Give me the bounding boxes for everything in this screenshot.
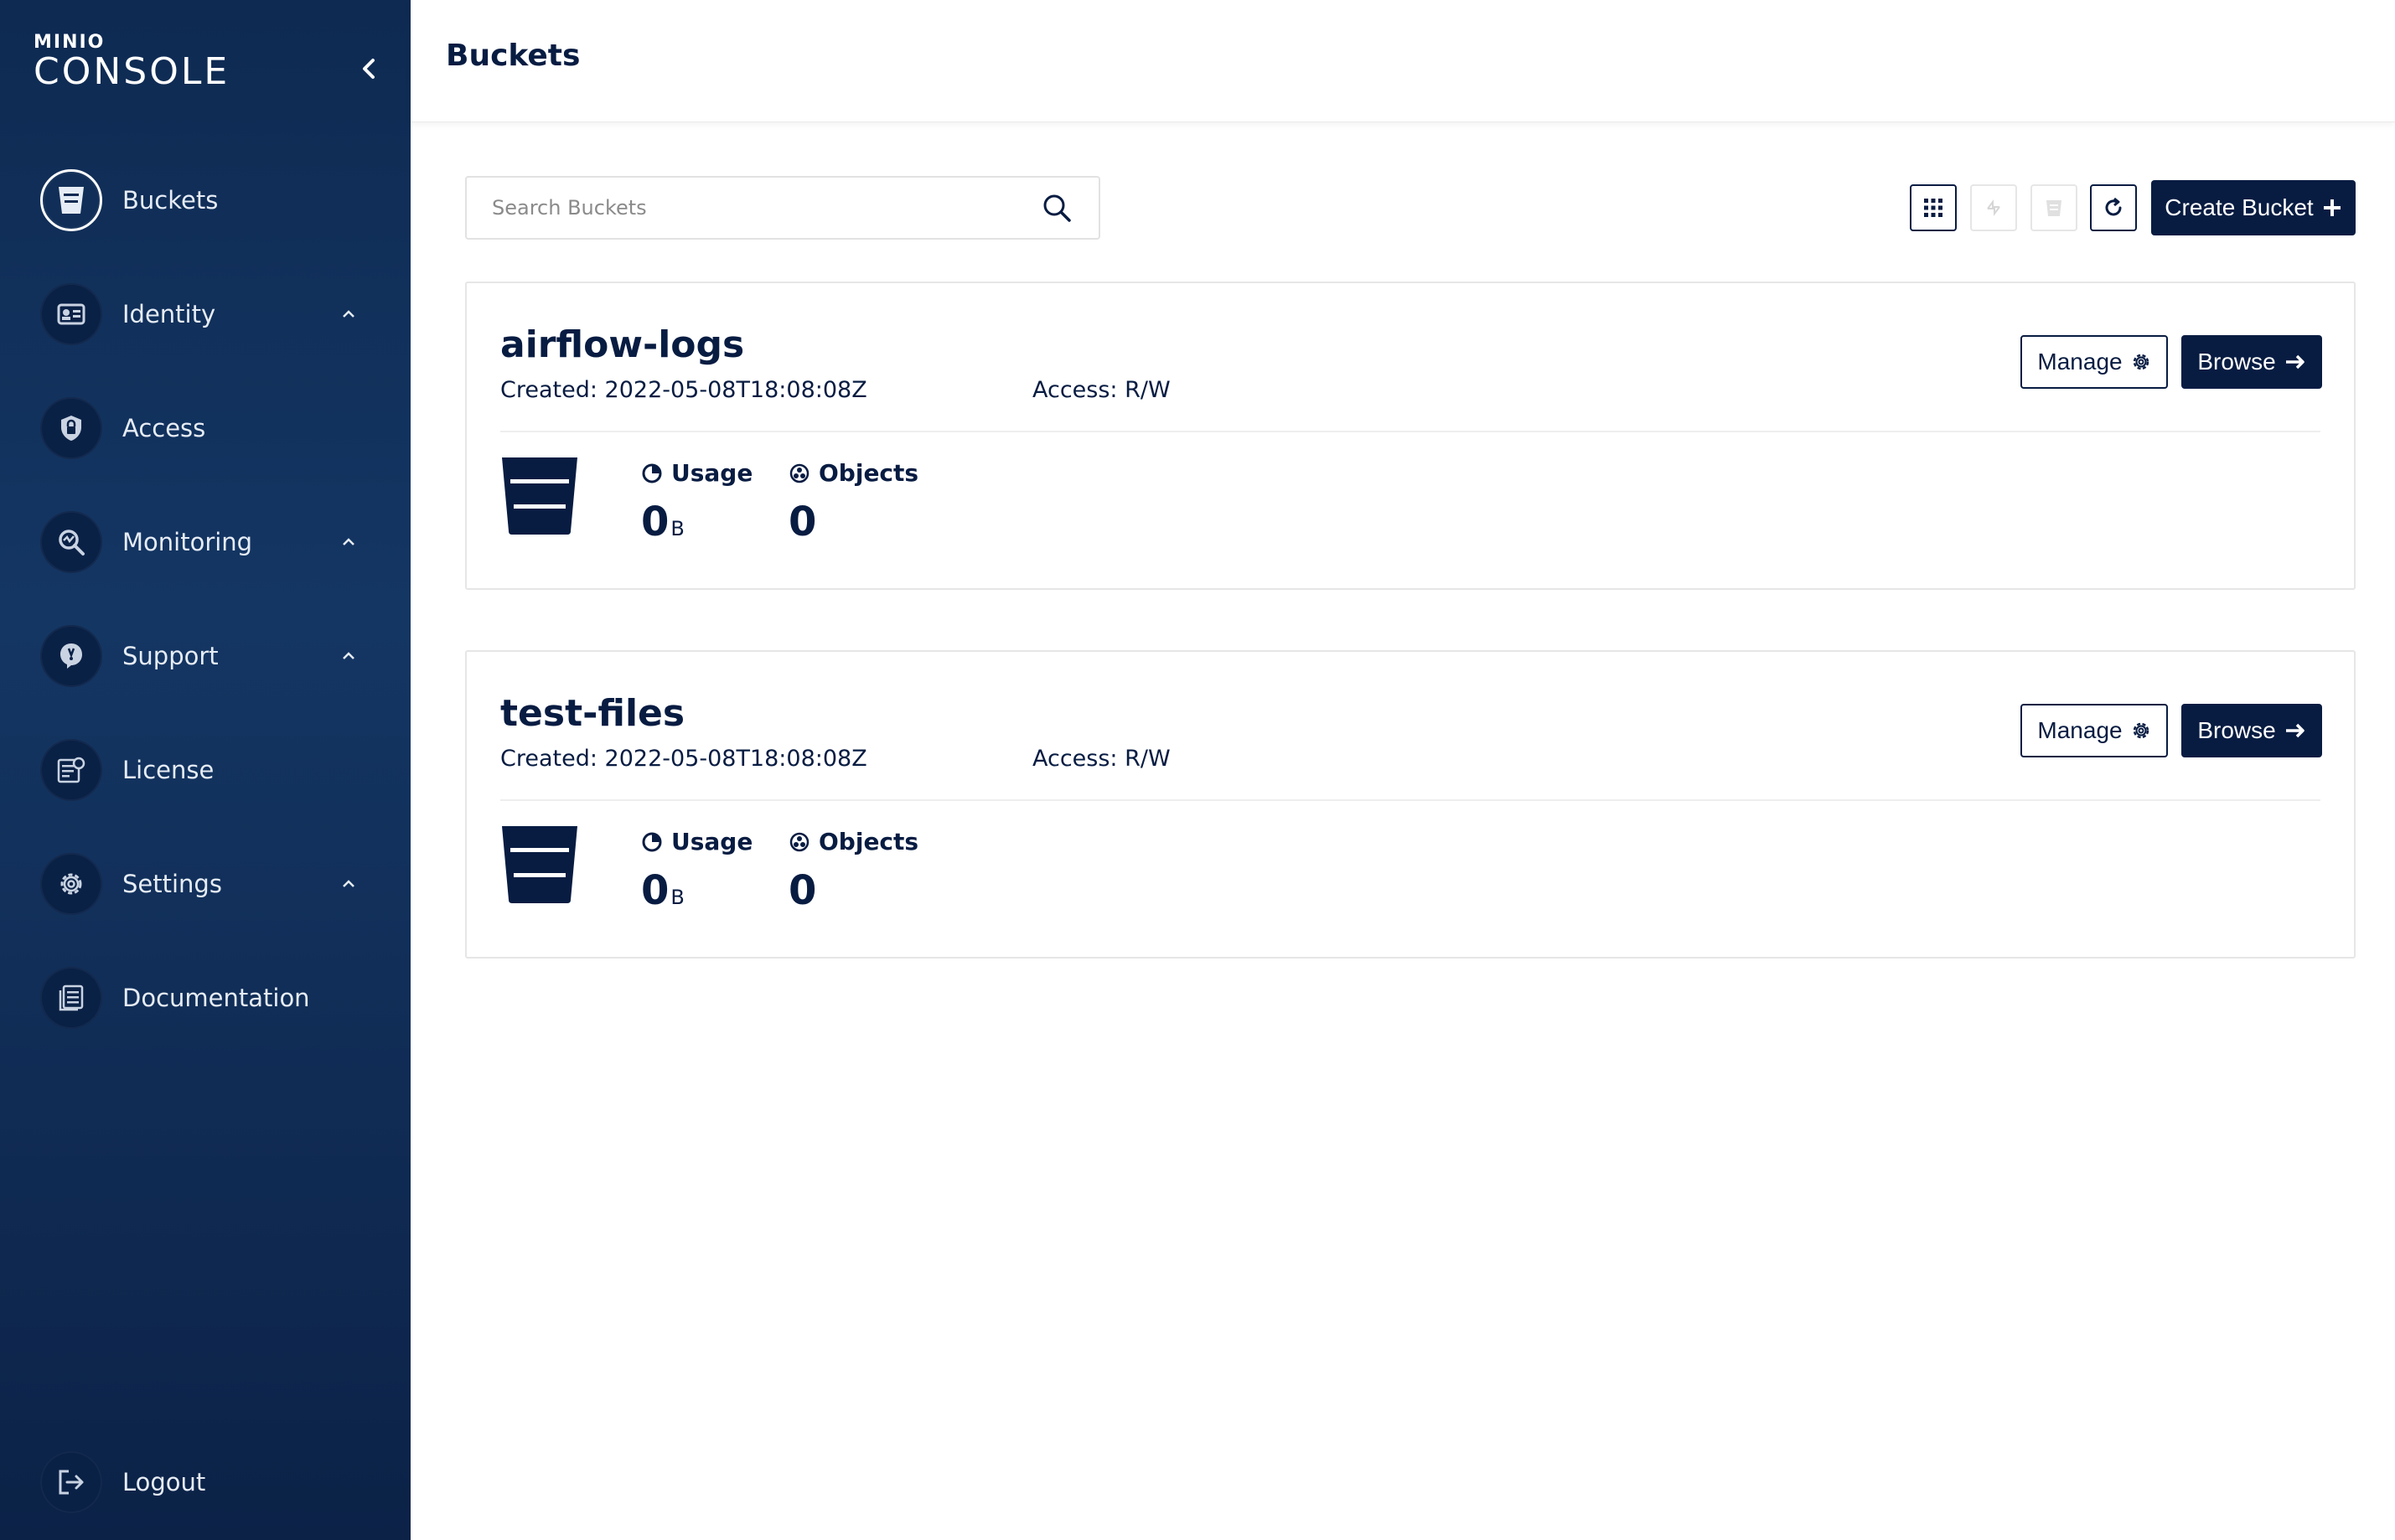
logo-bottom-text: CONSOLE: [34, 50, 230, 93]
manage-label: Manage: [2037, 349, 2123, 375]
bucket-card: test-files Created: 2022-05-08T18:08:08Z…: [465, 650, 2356, 959]
bucket-stack-icon: [2046, 200, 2061, 216]
bucket-name[interactable]: airflow-logs: [500, 323, 744, 366]
pie-chart-icon: [642, 463, 662, 483]
lock-shield-icon: [40, 397, 102, 459]
bucket-created: Created: 2022-05-08T18:08:08Z: [500, 377, 867, 403]
sidebar-item-label: Identity: [122, 300, 216, 328]
logo-top-text: MINIO: [34, 32, 106, 53]
replication-icon: [1987, 199, 2000, 216]
search-input[interactable]: [467, 178, 1040, 238]
documentation-icon: [40, 967, 102, 1029]
grid-view-button[interactable]: [1910, 184, 1957, 231]
grid-icon: [1924, 199, 1942, 217]
pie-chart-icon: [642, 832, 662, 851]
bucket-icon: [40, 169, 102, 231]
browse-label: Browse: [2197, 717, 2276, 743]
bucket-name[interactable]: test-files: [500, 692, 685, 735]
manage-button[interactable]: Manage: [2020, 335, 2168, 389]
sidebar-item-identity[interactable]: Identity: [40, 282, 384, 346]
refresh-icon: [2105, 197, 2122, 216]
sidebar: MINIO CONSOLE Buckets Identity Access Mo…: [0, 0, 411, 1540]
objects-stat: Objects 0: [789, 459, 918, 545]
browse-label: Browse: [2197, 349, 2276, 375]
usage-label: Usage: [671, 459, 753, 487]
sidebar-item-label: Buckets: [122, 186, 219, 214]
chevron-up-icon[interactable]: [339, 532, 359, 552]
logout-icon: [40, 1451, 102, 1513]
objects-label: Objects: [819, 459, 919, 487]
card-divider: [500, 431, 2320, 432]
sidebar-item-license[interactable]: License: [40, 738, 384, 802]
sidebar-item-access[interactable]: Access: [40, 396, 384, 460]
sidebar-item-label: License: [122, 756, 215, 784]
sidebar-item-monitoring[interactable]: Monitoring: [40, 510, 384, 574]
create-bucket-button[interactable]: Create Bucket: [2151, 180, 2356, 235]
objects-icon: [789, 832, 810, 851]
gear-icon: [40, 853, 102, 915]
logout-button[interactable]: Logout: [40, 1450, 384, 1514]
usage-unit: B: [670, 517, 685, 540]
monitoring-icon: [40, 511, 102, 573]
sidebar-item-support[interactable]: Support: [40, 624, 384, 688]
usage-stat: Usage 0B: [641, 828, 753, 914]
usage-value: 0: [641, 499, 670, 545]
collapse-sidebar-button[interactable]: [352, 52, 385, 85]
objects-label: Objects: [819, 828, 919, 855]
bucket-access: Access: R/W: [1032, 746, 1171, 772]
gear-icon: [2133, 354, 2149, 370]
chevron-up-icon[interactable]: [339, 304, 359, 324]
sidebar-item-label: Access: [122, 414, 206, 442]
arrow-right-icon: [2285, 723, 2304, 738]
usage-unit: B: [670, 886, 685, 909]
sidebar-item-documentation[interactable]: Documentation: [40, 966, 384, 1030]
sidebar-item-label: Support: [122, 642, 219, 670]
objects-stat: Objects 0: [789, 828, 918, 914]
sidebar-item-label: Documentation: [122, 984, 310, 1012]
manage-label: Manage: [2037, 717, 2123, 743]
license-icon: [40, 739, 102, 801]
plus-icon: [2323, 199, 2341, 216]
chevron-up-icon[interactable]: [339, 874, 359, 894]
minio-console-logo[interactable]: MINIO CONSOLE: [34, 34, 230, 90]
arrow-right-icon: [2285, 354, 2304, 369]
refresh-button[interactable]: [2090, 184, 2137, 231]
create-bucket-label: Create Bucket: [2165, 194, 2314, 220]
objects-value: 0: [789, 867, 817, 914]
page-header: Buckets: [411, 0, 2395, 122]
browse-button[interactable]: Browse: [2181, 335, 2322, 389]
bulk-bucket-button[interactable]: [2030, 184, 2077, 231]
browse-button[interactable]: Browse: [2181, 704, 2322, 757]
page-title: Buckets: [446, 39, 581, 73]
logout-label: Logout: [122, 1468, 206, 1496]
bucket-card: airflow-logs Created: 2022-05-08T18:08:0…: [465, 282, 2356, 590]
card-divider: [500, 799, 2320, 801]
bucket-icon: [502, 457, 577, 535]
support-icon: [40, 625, 102, 687]
gear-icon: [2133, 722, 2149, 739]
bucket-access: Access: R/W: [1032, 377, 1171, 403]
search-box: [465, 176, 1100, 240]
sidebar-item-buckets[interactable]: Buckets: [40, 168, 384, 232]
objects-value: 0: [789, 499, 817, 545]
chevron-left-icon: [363, 59, 375, 79]
bucket-created: Created: 2022-05-08T18:08:08Z: [500, 746, 867, 772]
usage-label: Usage: [671, 828, 753, 855]
replication-button[interactable]: [1970, 184, 2017, 231]
sidebar-item-settings[interactable]: Settings: [40, 852, 384, 916]
usage-value: 0: [641, 867, 670, 914]
bucket-icon: [502, 826, 577, 903]
usage-stat: Usage 0B: [641, 459, 753, 545]
chevron-up-icon[interactable]: [339, 646, 359, 666]
sidebar-item-label: Settings: [122, 870, 222, 898]
search-icon[interactable]: [1040, 191, 1073, 225]
id-card-icon: [40, 283, 102, 345]
objects-icon: [789, 463, 810, 483]
sidebar-item-label: Monitoring: [122, 528, 253, 556]
manage-button[interactable]: Manage: [2020, 704, 2168, 757]
